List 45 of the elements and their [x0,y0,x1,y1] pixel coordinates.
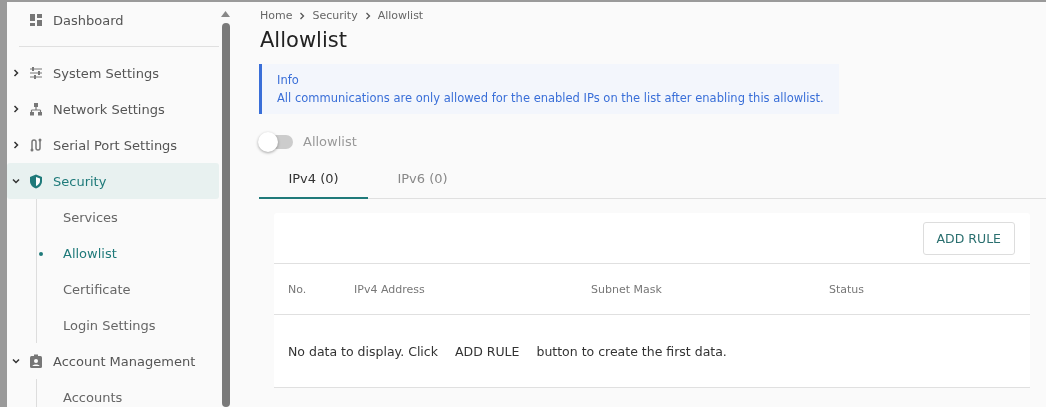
scrollbar-thumb[interactable] [221,23,230,407]
scroll-up-icon[interactable] [221,11,230,17]
column-header: IPv4 Address [354,282,426,296]
sidebar-item[interactable]: Network Settings [7,91,219,127]
column-header: No. [288,282,308,296]
account-icon [29,354,43,368]
add-rule-button[interactable]: ADD RULE [922,221,1015,255]
selected-dot-icon [39,252,43,256]
empty-message: No data to display. Click [288,343,438,359]
sidebar-subitem[interactable]: Services [37,199,219,235]
toggle-label: Allowlist [303,134,357,149]
sidebar-item[interactable]: Dashboard [7,2,219,38]
shield-icon [29,173,43,189]
chevron-right-icon[interactable] [11,140,21,150]
breadcrumb-item[interactable]: Security [312,9,358,22]
breadcrumb-item[interactable]: Home [260,9,293,22]
info-title: Info [277,72,300,89]
sidebar-item[interactable]: Serial Port Settings [7,127,219,163]
tab[interactable]: IPv6 (0) [368,161,477,199]
add-rule-link[interactable]: ADD RULE [454,343,520,359]
chevron-down-icon[interactable] [11,176,21,186]
sidebar-subitem[interactable]: Accounts [37,379,219,407]
sidebar-subitem[interactable]: Login Settings [37,307,219,343]
serial-port-icon [29,138,43,152]
page-title: Allowlist [260,28,348,52]
sidebar-subitem[interactable]: Allowlist [37,235,219,271]
chevron-right-icon[interactable] [11,104,21,114]
chevron-right-icon[interactable] [11,68,21,78]
tab[interactable]: IPv4 (0) [259,161,368,199]
breadcrumb-item: Allowlist [377,9,424,22]
sidebar-item[interactable]: Account Management [7,343,219,379]
chevron-right-icon [298,11,307,20]
info-message: All communications are only allowed for the enabled IPs on the list after enabling this allowlist. [277,90,824,107]
chevron-right-icon [363,11,372,20]
network-icon [29,102,43,116]
column-header: Status [829,282,865,296]
sidebar-subitem[interactable]: Certificate [37,271,219,307]
empty-message: button to create the first data. [536,343,727,359]
chevron-down-icon[interactable] [11,356,21,366]
toggle-switch[interactable] [260,134,293,149]
sidebar-item[interactable]: Security [7,163,219,199]
sliders-icon [29,66,43,80]
sidebar-item[interactable]: System Settings [7,55,219,91]
column-header: Subnet Mask [591,282,663,296]
dashboard-icon [29,13,43,27]
